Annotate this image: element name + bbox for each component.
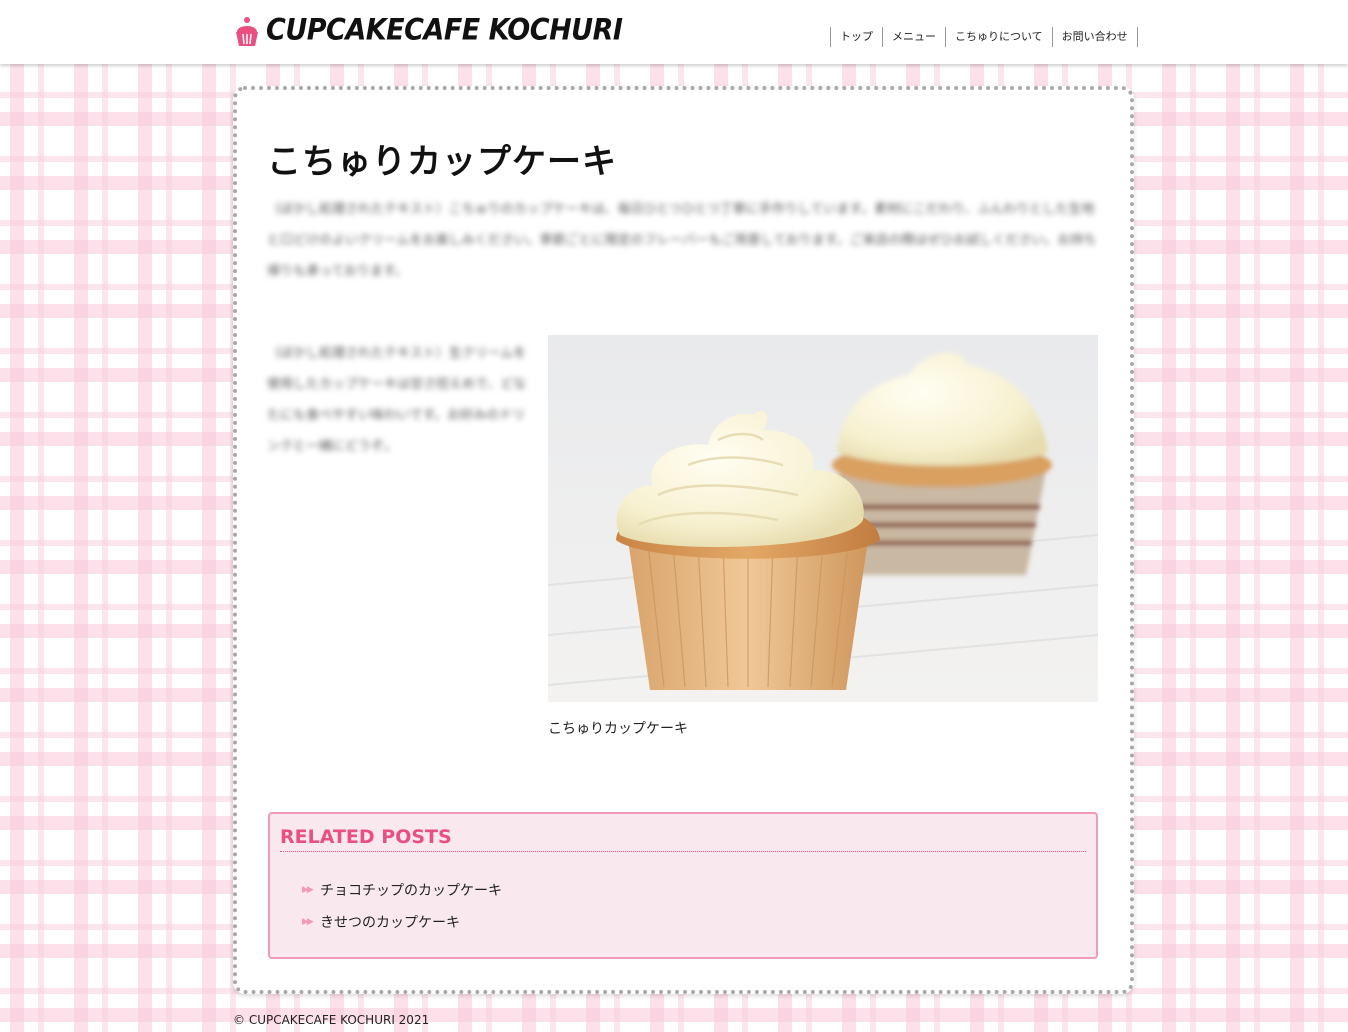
intro-text: （ぼかし処理されたテキスト）こちゅりのカップケーキは、毎日ひとつひとつ丁寧に手作…	[267, 202, 1097, 279]
related-post-item[interactable]: ▶▶ チョコチップのカップケーキ	[302, 874, 502, 906]
page-title: こちゅりカップケーキ	[267, 142, 617, 182]
site-logo[interactable]: CUPCAKECAFE KOCHURI	[234, 13, 623, 48]
nav-item-top[interactable]: トップ	[831, 27, 883, 47]
copyright: © CUPCAKECAFE KOCHURI 2021	[233, 1013, 430, 1027]
global-nav: トップ メニュー こちゅりについて お問い合わせ	[830, 27, 1138, 47]
related-posts-title: RELATED POSTS	[280, 826, 1086, 852]
site-header: CUPCAKECAFE KOCHURI トップ メニュー こちゅりについて お問…	[0, 0, 1348, 64]
cupcake-photo	[548, 335, 1098, 702]
double-chevron-right-icon: ▶▶	[302, 885, 314, 895]
related-post-item[interactable]: ▶▶ きせつのカップケーキ	[302, 906, 502, 938]
related-posts: RELATED POSTS ▶▶ チョコチップのカップケーキ ▶▶ きせつのカッ…	[268, 812, 1098, 959]
article-card: こちゅりカップケーキ （ぼかし処理されたテキスト）こちゅりのカップケーキは、毎日…	[233, 86, 1134, 994]
related-posts-list: ▶▶ チョコチップのカップケーキ ▶▶ きせつのカップケーキ	[302, 874, 502, 938]
double-chevron-right-icon: ▶▶	[302, 917, 314, 927]
nav-item-menu[interactable]: メニュー	[883, 27, 946, 47]
related-post-link[interactable]: チョコチップのカップケーキ	[320, 880, 502, 900]
side-text: （ぼかし処理されたテキスト）生クリームを使用したカップケーキは甘さ控えめで、どな…	[267, 346, 527, 454]
nav-item-about[interactable]: こちゅりについて	[946, 27, 1053, 47]
related-post-link[interactable]: きせつのカップケーキ	[320, 912, 460, 932]
nav-item-contact[interactable]: お問い合わせ	[1053, 27, 1138, 47]
site-logo-text: CUPCAKECAFE KOCHURI	[266, 13, 623, 48]
cupcake-icon	[236, 17, 258, 46]
image-caption: こちゅりカップケーキ	[548, 721, 688, 737]
